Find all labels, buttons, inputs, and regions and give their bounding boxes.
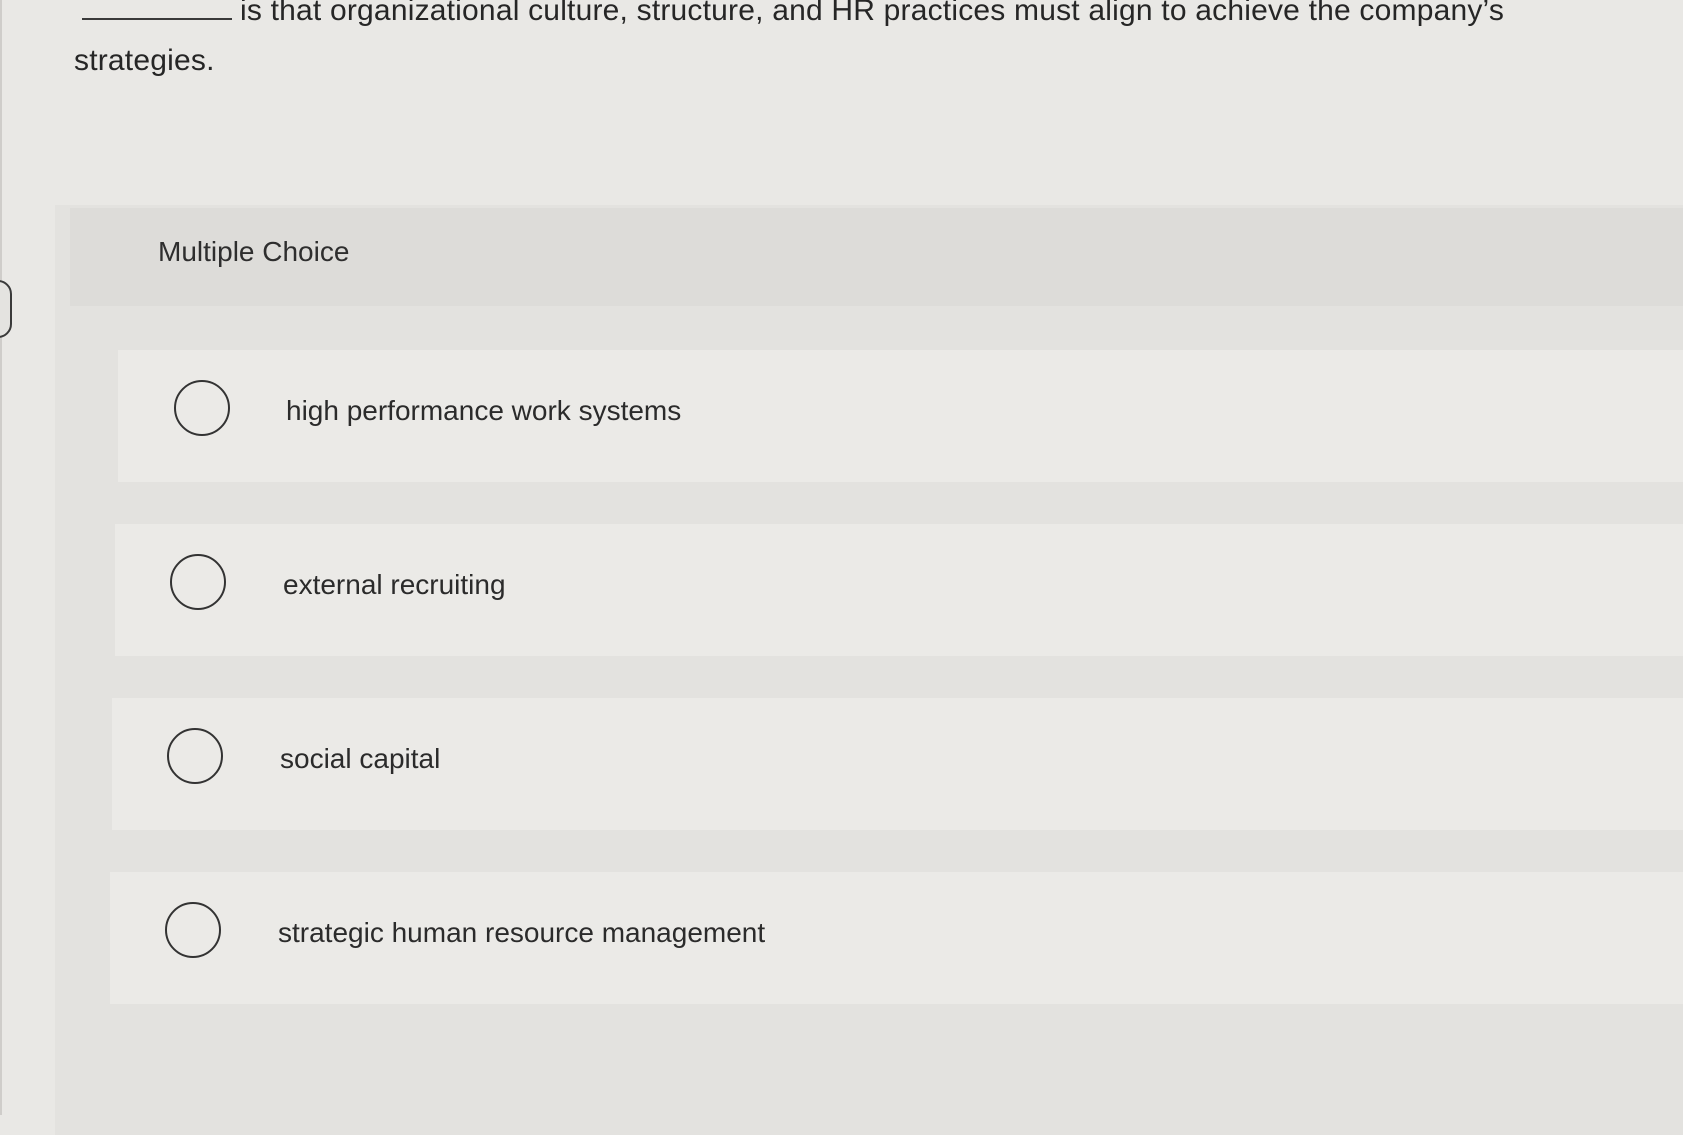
multiple-choice-title: Multiple Choice bbox=[158, 236, 350, 267]
answer-option-4[interactable]: strategic human resource management bbox=[110, 872, 1683, 1004]
question-text-after: is that organizational culture, structur… bbox=[74, 0, 1505, 77]
radio-button-1[interactable] bbox=[174, 380, 230, 436]
side-collapse-tab[interactable] bbox=[0, 280, 12, 338]
radio-button-2[interactable] bbox=[170, 554, 226, 610]
answer-option-label-2: external recruiting bbox=[283, 569, 506, 600]
radio-button-4[interactable] bbox=[165, 902, 221, 958]
answer-option-1[interactable]: high performance work systems bbox=[118, 350, 1683, 482]
answer-option-3[interactable]: social capital bbox=[112, 698, 1683, 830]
question-prompt: is that organizational culture, structur… bbox=[74, 0, 1634, 86]
answer-option-label-3: social capital bbox=[280, 743, 441, 774]
page-left-border bbox=[0, 0, 2, 1115]
question-blank bbox=[82, 0, 232, 20]
answer-option-label-4: strategic human resource management bbox=[278, 917, 766, 948]
answer-option-2[interactable]: external recruiting bbox=[115, 524, 1683, 656]
radio-button-3[interactable] bbox=[167, 728, 223, 784]
answer-option-label-1: high performance work systems bbox=[286, 395, 682, 426]
